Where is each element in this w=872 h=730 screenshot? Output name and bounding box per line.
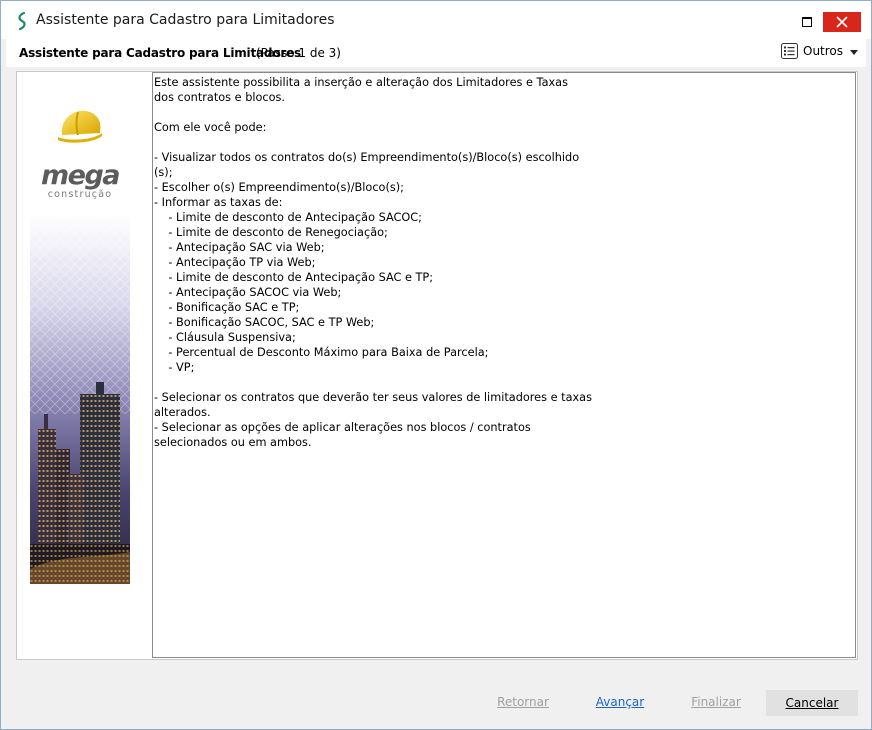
avancar-button[interactable]: Avançar <box>590 690 650 714</box>
close-button[interactable] <box>823 12 861 32</box>
window-title: Assistente para Cadastro para Limitadore… <box>36 12 335 28</box>
close-icon <box>836 16 848 28</box>
list-icon <box>781 43 798 59</box>
retornar-button[interactable]: Retornar <box>491 690 555 714</box>
wizard-window: Assistente para Cadastro para Limitadore… <box>0 0 872 730</box>
brand-banner: mega construção <box>30 82 130 584</box>
title-bar: Assistente para Cadastro para Limitadore… <box>1 1 871 39</box>
cancelar-button[interactable]: Cancelar <box>766 690 858 716</box>
maximize-icon <box>802 17 812 27</box>
chevron-down-icon <box>850 50 858 55</box>
outros-menu-button[interactable]: Outros <box>781 42 861 62</box>
city-skyline-image <box>30 214 130 584</box>
helmet-icon <box>58 110 102 143</box>
brand-wordmark: mega <box>41 160 121 191</box>
description-text: Este assistente possibilita a inserção e… <box>154 76 592 449</box>
finalizar-button[interactable]: Finalizar <box>684 690 748 714</box>
wizard-content: mega construção Este assistente possibil… <box>16 71 858 660</box>
description-textbox[interactable]: Este assistente possibilita a inserção e… <box>152 72 856 658</box>
step-counter: (Passo 1 de 3) <box>256 46 341 60</box>
app-logo-icon <box>18 12 26 30</box>
maximize-button[interactable] <box>794 12 820 32</box>
brand-subtitle: construção <box>47 189 113 200</box>
wizard-header: Assistente para Cadastro para Limitadore… <box>6 39 866 67</box>
outros-label: Outros <box>803 44 844 58</box>
